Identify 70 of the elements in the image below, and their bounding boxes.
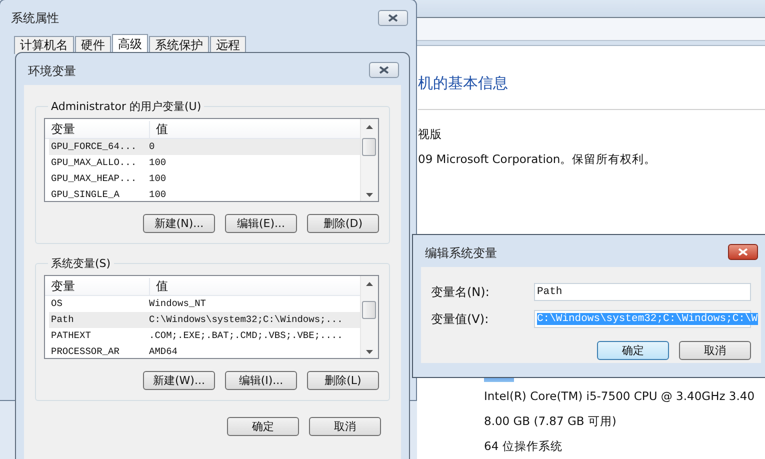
scroll-down-icon[interactable] [366, 350, 373, 354]
close-icon [379, 66, 389, 74]
field-value: Path [537, 286, 562, 298]
edition-text: 视版 [418, 126, 443, 143]
copyright-text: 09 Microsoft Corporation。保留所有权利。 [418, 151, 658, 168]
dialog-button[interactable]: 确定 [597, 341, 669, 360]
variable-value: C:\Windows\system32;C:\Windows;... [148, 313, 344, 327]
field-value: C:\Windows\system32;C:\Windows;C:\W [537, 313, 758, 325]
field-label: 变量名(N): [431, 284, 490, 300]
list-row[interactable]: GPU_SINGLE_A 100 [49, 187, 360, 201]
scroll-down-icon[interactable] [366, 193, 373, 197]
close-icon [388, 14, 398, 22]
close-button[interactable] [728, 244, 758, 260]
list-action-button[interactable]: 新建(N)... [143, 214, 215, 233]
page-heading: 机的基本信息 [418, 74, 509, 94]
group-title: 系统变量(S) [50, 256, 112, 271]
variable-value: 0 [148, 140, 156, 154]
column-header[interactable]: 变量 [45, 121, 150, 138]
spec-value: 8.00 GB (7.87 GB 可用) [484, 413, 618, 430]
list-row[interactable]: GPU_MAX_HEAP... 100 [49, 171, 360, 187]
tab[interactable]: 计算机名 [14, 36, 74, 54]
list-row[interactable]: GPU_FORCE_64... 0 [49, 139, 360, 155]
scroll-up-icon[interactable] [366, 282, 373, 286]
variable-value: AMD64 [148, 345, 179, 358]
input-field[interactable]: Path [534, 283, 751, 301]
variable-name: GPU_MAX_ALLO... [50, 156, 138, 170]
dialog-button[interactable]: 取消 [679, 341, 751, 360]
list-action-button[interactable]: 新建(W)... [143, 371, 215, 390]
list-row[interactable]: GPU_MAX_ALLO... 100 [49, 155, 360, 171]
list-action-button[interactable]: 编辑(I)... [225, 371, 297, 390]
variable-value: .COM;.EXE;.BAT;.CMD;.VBS;.VBE;.... [148, 329, 344, 343]
list-action-button[interactable]: 删除(L) [307, 371, 379, 390]
variable-name: PROCESSOR_AR [50, 345, 120, 358]
variable-name: GPU_FORCE_64... [50, 140, 138, 154]
column-header[interactable]: 值 [150, 121, 360, 138]
window-title: 系统属性 [11, 10, 59, 26]
window-title: 环境变量 [28, 62, 76, 80]
scroll-thumb[interactable] [362, 138, 376, 156]
list-row[interactable]: PROCESSOR_AR AMD64 [49, 344, 360, 358]
variable-name: GPU_SINGLE_A [50, 188, 120, 201]
close-button[interactable] [378, 10, 408, 26]
column-header[interactable]: 值 [150, 278, 360, 295]
variable-name: Path [50, 313, 75, 327]
variable-value: Windows_NT [148, 297, 208, 311]
close-icon [738, 248, 748, 256]
scroll-up-icon[interactable] [366, 125, 373, 129]
list-row[interactable]: OS Windows_NT [49, 296, 360, 312]
field-label: 变量值(V): [431, 310, 490, 328]
list-row[interactable]: Path C:\Windows\system32;C:\Windows;... [49, 312, 360, 328]
scroll-thumb[interactable] [362, 301, 376, 319]
variable-value: 100 [148, 172, 168, 186]
variable-value: 100 [148, 156, 168, 170]
tab[interactable]: 高级 [112, 34, 148, 54]
spec-value: 64 位操作系统 [484, 438, 564, 455]
group-title: Administrator 的用户变量(U) [50, 99, 202, 114]
spec-value: Intel(R) Core(TM) i5-7500 CPU @ 3.40GHz 3.40 [484, 388, 756, 405]
scrollbar[interactable] [360, 119, 378, 201]
dialog-button[interactable]: 取消 [309, 417, 381, 436]
list-action-button[interactable]: 删除(D) [307, 214, 379, 233]
window-title: 编辑系统变量 [425, 244, 497, 262]
dialog-button[interactable]: 确定 [227, 417, 299, 436]
column-header[interactable]: 变量 [45, 278, 150, 295]
variable-value: 100 [148, 188, 168, 201]
list-action-button[interactable]: 编辑(E)... [225, 214, 297, 233]
variable-name: PATHEXT [50, 329, 92, 343]
list-row[interactable]: PATHEXT .COM;.EXE;.BAT;.CMD;.VBS;.VBE;.... [49, 328, 360, 344]
close-button[interactable] [369, 62, 399, 78]
variable-name: GPU_MAX_HEAP... [50, 172, 138, 186]
scrollbar[interactable] [360, 276, 378, 358]
variable-name: OS [50, 297, 64, 311]
